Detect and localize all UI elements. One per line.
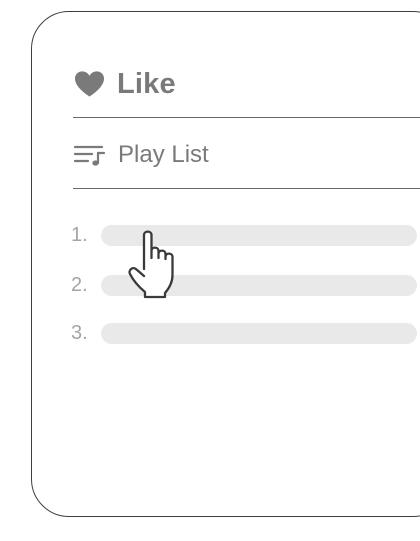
track-title-placeholder xyxy=(101,322,417,344)
track-item[interactable]: 2. xyxy=(71,272,420,298)
page: Like Play List 1. 2. 3. xyxy=(0,0,420,541)
playlist-icon xyxy=(74,145,106,166)
track-item[interactable]: 1. xyxy=(71,222,420,248)
track-number: 3. xyxy=(71,321,88,344)
hand-pointer-icon xyxy=(128,230,174,299)
like-label: Like xyxy=(117,67,176,100)
heart-icon xyxy=(74,71,105,97)
divider-top xyxy=(73,117,420,118)
divider-bottom xyxy=(73,188,420,189)
track-number: 1. xyxy=(71,223,88,246)
like-button[interactable]: Like xyxy=(74,64,176,104)
track-item[interactable]: 3. xyxy=(71,320,420,346)
playlist-label: Play List xyxy=(118,141,209,168)
playlist-button[interactable]: Play List xyxy=(74,138,209,172)
track-number: 2. xyxy=(71,273,88,296)
